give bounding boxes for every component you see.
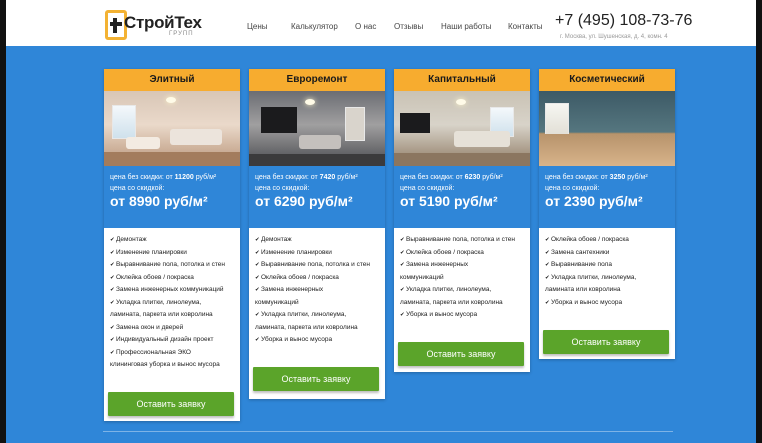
feature-item: Выравнивание пола, потолка и стен [110, 259, 234, 272]
nav-link-reviews[interactable]: Отзывы [394, 22, 423, 31]
nav-link-prices[interactable]: Цены [247, 22, 268, 31]
request-button[interactable]: Оставить заявку [108, 392, 234, 416]
card-prices: цена без скидки: от 3250 руб/м² цена со … [539, 166, 675, 228]
nav-link-about[interactable]: О нас [355, 22, 376, 31]
feature-item: Выравнивание пола [545, 259, 669, 272]
feature-list: Демонтаж Изменение планировки Выравниван… [104, 228, 240, 372]
feature-list: Выравнивание пола, потолка и стен Оклейк… [394, 228, 530, 322]
card-photo [249, 91, 385, 166]
nav-link-works[interactable]: Наши работы [441, 22, 492, 31]
site-header: СтройТех ГРУПП Цены Калькулятор О нас От… [6, 0, 756, 46]
feature-item: коммуникаций [255, 298, 299, 306]
feature-item: ламината, паркета или ковролина [400, 298, 503, 306]
nav-link-calculator[interactable]: Калькулятор [291, 22, 338, 31]
feature-item: Замена окон и дверей [110, 322, 234, 335]
feature-item: ламината или ковролина [545, 286, 621, 293]
feature-item: Укладка плитки, линолеума, [110, 297, 234, 310]
feature-item: Оклейка обоев / покраска [255, 272, 379, 285]
card-prices: цена без скидки: от 7420 руб/м² цена со … [249, 166, 385, 228]
feature-item: Замена инженерных [400, 259, 524, 272]
feature-item: Укладка плитки, линолеума, [255, 309, 379, 322]
feature-item: Оклейка обоев / покраска [400, 247, 524, 260]
feature-item: Профессиональная ЭКО [110, 347, 234, 360]
feature-item: Укладка плитки, линолеума, [400, 284, 524, 297]
feature-item: Замена инженерных коммуникаций [110, 284, 234, 297]
price-old: цена без скидки: от 7420 руб/м² [255, 174, 358, 181]
price-new: от 6290 руб/м² [255, 193, 353, 209]
pricing-card-capital: Капитальный цена без скидки: от 6230 руб… [394, 69, 530, 372]
feature-item: ламината, паркета или ковролина [255, 323, 358, 331]
price-old: цена без скидки: от 3250 руб/м² [545, 174, 648, 181]
feature-item: Оклейка обоев / покраска [545, 234, 669, 247]
phone-number[interactable]: +7 (495) 108-73-76 [555, 12, 692, 30]
price-discount-label: цена со скидкой: [110, 185, 165, 192]
feature-item: Уборка и вынос мусора [545, 297, 669, 310]
feature-item: Оклейка обоев / покраска [110, 272, 234, 285]
price-new: от 5190 руб/м² [400, 193, 498, 209]
price-discount-label: цена со скидкой: [545, 185, 600, 192]
request-button[interactable]: Оставить заявку [398, 342, 524, 366]
feature-item: Замена сантехники [545, 247, 669, 260]
feature-item: Изменение планировки [255, 247, 379, 260]
feature-item: Уборка и вынос мусора [255, 334, 379, 347]
logo[interactable]: СтройТех ГРУПП [105, 10, 205, 42]
card-prices: цена без скидки: от 6230 руб/м² цена со … [394, 166, 530, 228]
feature-item: Замена инженерных [255, 284, 379, 297]
card-title: Элитный [104, 69, 240, 91]
price-old: цена без скидки: от 6230 руб/м² [400, 174, 503, 181]
feature-item: Демонтаж [110, 234, 234, 247]
card-title: Капитальный [394, 69, 530, 91]
card-title: Евроремонт [249, 69, 385, 91]
feature-item: Выравнивание пола, потолка и стен [400, 234, 524, 247]
price-new: от 2390 руб/м² [545, 193, 643, 209]
nav-link-contacts[interactable]: Контакты [508, 22, 543, 31]
feature-item: Индивидуальный дизайн проект [110, 334, 234, 347]
logo-subtitle: ГРУПП [169, 31, 194, 37]
feature-item: клининговая уборка и вынос мусора [110, 361, 220, 368]
frame-border-right [756, 0, 762, 443]
price-new: от 8990 руб/м² [110, 193, 208, 209]
card-photo [394, 91, 530, 166]
price-discount-label: цена со скидкой: [400, 185, 455, 192]
pricing-card-euro: Евроремонт цена без скидки: от 7420 руб/… [249, 69, 385, 399]
pricing-card-cosmetic: Косметический цена без скидки: от 3250 р… [539, 69, 675, 359]
card-photo [104, 91, 240, 166]
feature-item: Уборка и вынос мусора [400, 309, 524, 322]
feature-item: Укладка плитки, линолеума, [545, 272, 669, 285]
feature-item: Демонтаж [255, 234, 379, 247]
feature-item: коммуникаций [400, 273, 444, 281]
pricing-card-elite: Элитный цена без скидки: от 11200 руб/м²… [104, 69, 240, 421]
address: г. Москва, ул. Шушенская, д. 4, комн. 4 [560, 34, 668, 40]
feature-item: Выравнивание пола, потолка и стен [255, 259, 379, 272]
browser-frame: СтройТех ГРУПП Цены Калькулятор О нас От… [0, 0, 762, 443]
request-button[interactable]: Оставить заявку [253, 367, 379, 391]
price-discount-label: цена со скидкой: [255, 185, 310, 192]
card-photo [539, 91, 675, 166]
card-title: Косметический [539, 69, 675, 91]
feature-item: ламината, паркета или ковролина [110, 311, 213, 318]
footer-divider [103, 431, 673, 432]
price-old: цена без скидки: от 11200 руб/м² [110, 174, 217, 181]
logo-name: СтройТех [124, 13, 202, 32]
card-prices: цена без скидки: от 11200 руб/м² цена со… [104, 166, 240, 228]
feature-list: Оклейка обоев / покраска Замена сантехни… [539, 228, 675, 309]
feature-item: Изменение планировки [110, 247, 234, 260]
feature-list: Демонтаж Изменение планировки Выравниван… [249, 228, 385, 347]
request-button[interactable]: Оставить заявку [543, 330, 669, 354]
